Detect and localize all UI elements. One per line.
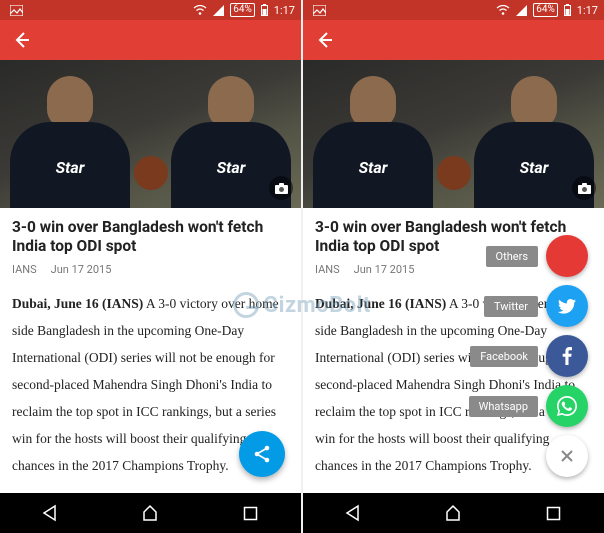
clock: 1:17 bbox=[274, 4, 295, 17]
jersey-logo: Star bbox=[217, 158, 246, 177]
article-headline: 3-0 win over Bangladesh won't fetch Indi… bbox=[12, 218, 289, 257]
phone-right: 64% 1:17 Star Star 3-0 win over Banglade… bbox=[303, 0, 604, 533]
share-twitter-button[interactable] bbox=[546, 285, 588, 327]
signal-icon bbox=[516, 5, 527, 16]
nav-recent-button[interactable] bbox=[534, 493, 574, 533]
article-date: Jun 17 2015 bbox=[354, 263, 415, 276]
wifi-icon bbox=[193, 5, 207, 16]
toolbar bbox=[0, 20, 301, 60]
jersey-logo: Star bbox=[359, 158, 388, 177]
android-navbar bbox=[303, 493, 604, 533]
share-others-button[interactable] bbox=[546, 235, 588, 277]
share-whatsapp-label: Whatsapp bbox=[469, 396, 538, 417]
battery-indicator: 64% bbox=[533, 3, 558, 17]
camera-icon[interactable] bbox=[269, 176, 293, 200]
jersey-logo: Star bbox=[56, 158, 85, 177]
nav-recent-button[interactable] bbox=[231, 493, 271, 533]
back-button[interactable] bbox=[315, 30, 335, 50]
share-twitter-label: Twitter bbox=[484, 296, 538, 317]
battery-indicator: 64% bbox=[230, 3, 255, 17]
article-hero-image[interactable]: Star Star bbox=[303, 60, 604, 208]
charging-icon bbox=[261, 4, 268, 16]
nav-back-button[interactable] bbox=[30, 493, 70, 533]
share-whatsapp-button[interactable] bbox=[546, 385, 588, 427]
share-fab[interactable] bbox=[239, 431, 285, 477]
android-navbar bbox=[0, 493, 301, 533]
nav-home-button[interactable] bbox=[130, 493, 170, 533]
status-bar: 64% 1:17 bbox=[303, 0, 604, 20]
nav-home-button[interactable] bbox=[433, 493, 473, 533]
article-lead: Dubai, June 16 (IANS) bbox=[315, 296, 446, 311]
camera-icon[interactable] bbox=[572, 176, 596, 200]
status-bar: 64% 1:17 bbox=[0, 0, 301, 20]
nav-back-button[interactable] bbox=[333, 493, 373, 533]
back-button[interactable] bbox=[12, 30, 32, 50]
gallery-icon bbox=[313, 5, 326, 16]
share-close-button[interactable] bbox=[546, 435, 588, 477]
phone-left: 64% 1:17 Star Star 3-0 win over Banglade… bbox=[0, 0, 301, 533]
signal-icon bbox=[213, 5, 224, 16]
share-others-label: Others bbox=[486, 246, 538, 267]
jersey-logo: Star bbox=[520, 158, 549, 177]
gallery-icon bbox=[10, 5, 23, 16]
share-facebook-button[interactable] bbox=[546, 335, 588, 377]
article-source: IANS bbox=[12, 263, 37, 276]
article-date: Jun 17 2015 bbox=[51, 263, 112, 276]
wifi-icon bbox=[496, 5, 510, 16]
share-menu: Others Twitter Facebook Whatsapp bbox=[469, 235, 588, 477]
share-facebook-label: Facebook bbox=[470, 346, 538, 367]
charging-icon bbox=[564, 4, 571, 16]
article-source: IANS bbox=[315, 263, 340, 276]
toolbar bbox=[303, 20, 604, 60]
clock: 1:17 bbox=[577, 4, 598, 17]
article-hero-image[interactable]: Star Star bbox=[0, 60, 301, 208]
article-lead: Dubai, June 16 (IANS) bbox=[12, 296, 143, 311]
